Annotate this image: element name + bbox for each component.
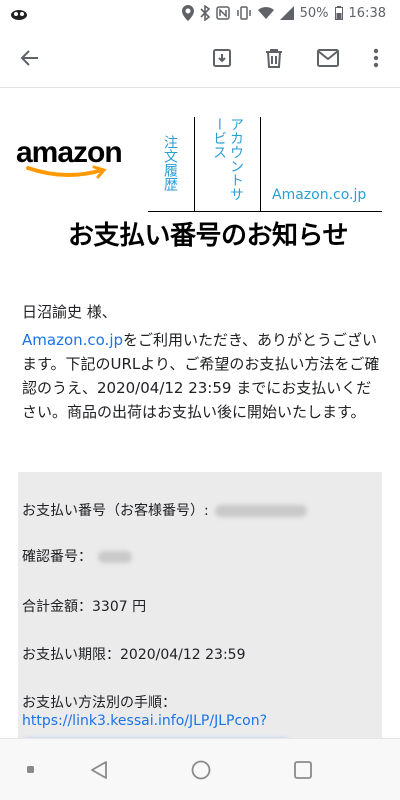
payment-info-box: お支払い番号（お客様番号）: 確認番号： 合計金額：3307 円 お支払い期限：… (18, 472, 382, 738)
redacted-payment-number (214, 505, 307, 517)
nav-divider (260, 117, 261, 211)
greeting: 日沼諭史 様、 (22, 303, 117, 321)
mail-icon (317, 49, 339, 67)
vibrate-icon (236, 6, 252, 20)
archive-icon (213, 49, 231, 67)
square-recents-icon (294, 761, 312, 779)
system-nav-bar (0, 738, 400, 800)
nav-back-button[interactable] (84, 755, 114, 785)
amazon-smile-icon (26, 165, 107, 179)
confirmation-number-row: 確認番号： (22, 546, 132, 566)
procedure-link[interactable]: https://link3.kessai.info/JLP/JLPcon? (22, 713, 267, 729)
nav-underline (148, 211, 382, 212)
clock: 16:38 (348, 5, 386, 21)
battery-icon (334, 6, 343, 20)
bluetooth-icon (200, 5, 210, 21)
procedure-label: お支払い方法別の手順： (22, 695, 176, 711)
intro-paragraph: Amazon.co.jpをご利用いただき、ありがとうございます。下記のURLより… (22, 328, 384, 424)
nav-home-button[interactable] (186, 755, 216, 785)
nav-extra-button[interactable] (16, 755, 46, 785)
more-options-button[interactable] (360, 42, 392, 74)
total-amount: 合計金額：3307 円 (22, 599, 147, 615)
mark-unread-button[interactable] (312, 42, 344, 74)
circle-home-icon (191, 760, 211, 780)
status-bar: 50% 16:38 (0, 0, 400, 28)
arrow-back-icon (20, 50, 38, 66)
triangle-back-icon (91, 761, 107, 779)
trash-icon (266, 49, 282, 68)
payment-number-label: お支払い番号（お客様番号）: (22, 503, 209, 519)
orders-link[interactable]: 注文履歴 (158, 135, 178, 211)
email-title: お支払い番号のお知らせ (68, 221, 348, 251)
email-body: amazon 注文履歴 アカウントサービス Amazon.co.jp お支払い番… (0, 89, 400, 738)
app-notification-icon (10, 6, 28, 25)
amazon-logo[interactable]: amazon (16, 137, 134, 183)
payment-number-row: お支払い番号（お客様番号）: (22, 500, 307, 520)
app-bar (0, 28, 400, 88)
header-nav: 注文履歴 アカウントサービス Amazon.co.jp (148, 115, 382, 212)
amazon-link[interactable]: Amazon.co.jp (22, 331, 123, 349)
location-icon (181, 5, 194, 21)
delete-button[interactable] (258, 42, 290, 74)
wifi-icon (257, 6, 274, 20)
square-dot-icon (27, 766, 34, 773)
back-button[interactable] (14, 42, 46, 74)
nfc-icon (215, 6, 230, 20)
nav-divider (194, 117, 195, 211)
battery-percent: 50% (299, 5, 329, 21)
more-vert-icon (373, 48, 379, 68)
archive-button[interactable] (206, 42, 238, 74)
status-icons: 50% 16:38 (181, 5, 386, 21)
redacted-confirmation-number (98, 551, 132, 563)
nav-recents-button[interactable] (288, 755, 318, 785)
confirmation-number-label: 確認番号： (22, 549, 92, 565)
payment-deadline: お支払い期限：2020/04/12 23:59 (22, 647, 246, 663)
account-services-link[interactable]: アカウントサービス (206, 117, 244, 211)
signal-icon (279, 6, 294, 20)
